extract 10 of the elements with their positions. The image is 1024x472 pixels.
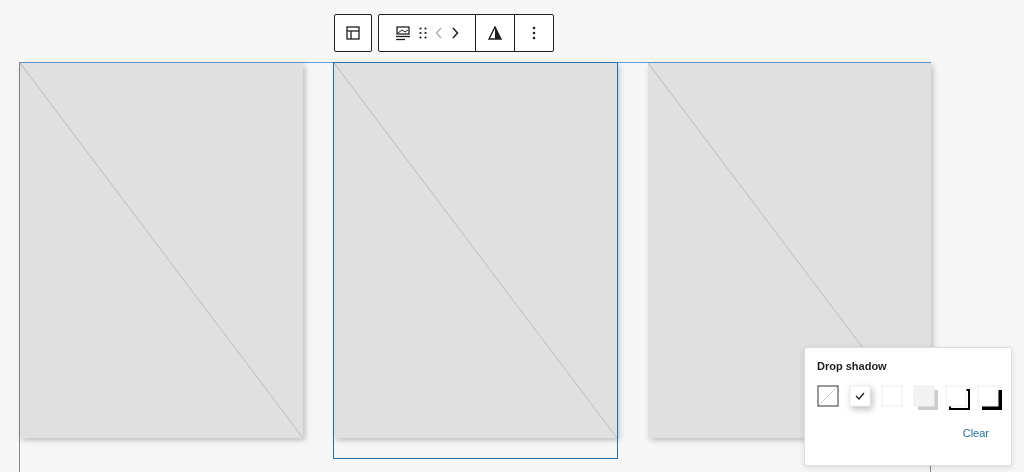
- image-caption-icon[interactable]: [395, 25, 411, 41]
- check-icon: [855, 392, 865, 400]
- chevron-right-icon[interactable]: [451, 27, 459, 39]
- layout-icon[interactable]: [346, 26, 360, 40]
- contrast-icon[interactable]: [488, 26, 502, 40]
- popover-title: Drop shadow: [817, 360, 888, 372]
- chevron-left-icon[interactable]: [435, 27, 443, 39]
- drag-handle-icon[interactable]: [419, 27, 427, 39]
- clear-button[interactable]: Clear: [962, 427, 999, 439]
- more-options-icon[interactable]: [532, 26, 536, 40]
